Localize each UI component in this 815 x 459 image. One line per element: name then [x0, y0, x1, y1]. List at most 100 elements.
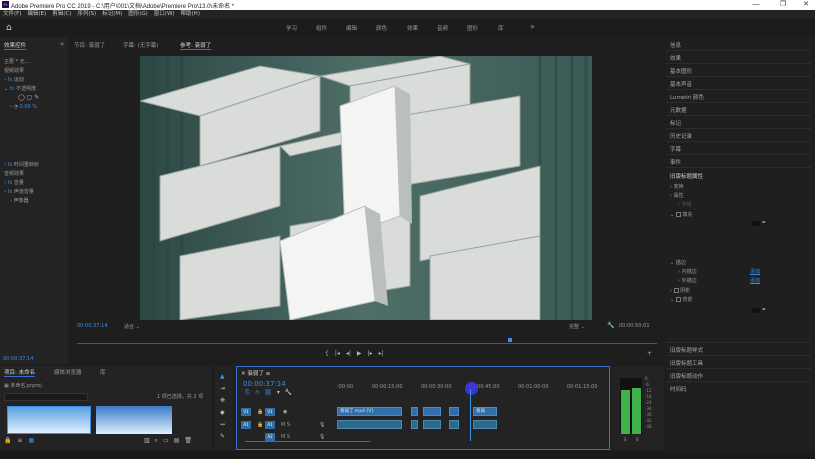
eye-icon[interactable]: ◉ — [283, 409, 287, 415]
tab-project[interactable]: 项目: 未命名 — [4, 368, 36, 377]
mic-icon[interactable]: 🎙 — [319, 422, 325, 428]
playhead-highlight[interactable] — [465, 382, 478, 395]
marker-icon[interactable]: ▾ — [277, 390, 280, 397]
new-item-icon[interactable]: ▤ — [174, 438, 180, 445]
legacy-stroke[interactable]: ⌄ 描边 — [670, 259, 686, 266]
panel-legacy-title-styles[interactable]: 旧版标题样式 — [670, 346, 703, 354]
panel-essential-graphics[interactable]: 基本图形 — [670, 67, 692, 75]
v1-source-toggle[interactable]: V1 — [241, 408, 251, 416]
panel-history[interactable]: 历史记录 — [670, 132, 692, 140]
add-outer-stroke-link[interactable]: 添加 — [750, 277, 760, 284]
scrub-bar[interactable] — [77, 343, 657, 344]
audio-clip-segment[interactable] — [411, 420, 418, 429]
video-clip[interactable]: 衰弱了.mp4 [V] — [337, 407, 402, 416]
a2-target-toggle[interactable]: A2 — [265, 433, 275, 441]
workspace-learn[interactable]: 学习 — [286, 24, 297, 32]
tab-media-browser[interactable]: 媒体浏览器 — [54, 368, 82, 376]
icon-view-icon[interactable]: ▦ — [29, 438, 35, 445]
find-icon[interactable]: ⌕ — [155, 438, 158, 445]
video-clip-segment[interactable] — [411, 407, 418, 416]
legacy-properties[interactable]: › 属性 — [670, 192, 684, 199]
mute-solo[interactable]: M S — [281, 434, 290, 440]
panel-markers[interactable]: 标记 — [670, 119, 681, 127]
legacy-title-properties-header[interactable]: 旧版标题属性 — [670, 172, 703, 180]
bin-icon[interactable]: ▥ — [144, 438, 150, 445]
audio-clip-segment[interactable] — [449, 420, 459, 429]
eyedropper-icon-2[interactable]: ✒ — [762, 307, 766, 313]
panel-timecode[interactable]: 时间码 — [670, 385, 687, 393]
a1-source-toggle[interactable]: A1 — [241, 421, 251, 429]
menu-markers[interactable]: 标记(M) — [102, 10, 122, 19]
mark-in-icon[interactable]: { — [325, 350, 329, 358]
video-clip-segment[interactable]: 衰弱 — [473, 407, 497, 416]
playhead-line[interactable] — [470, 389, 471, 441]
panel-legacy-title-actions[interactable]: 旧版标题动作 — [670, 372, 703, 380]
timeline-tab[interactable]: ✕ 衰弱了 ≡ — [241, 369, 270, 377]
audio-clip-segment[interactable] — [473, 420, 497, 429]
solo-right[interactable]: S — [636, 437, 639, 442]
master-clip-selector[interactable]: 主要 * 无… — [4, 58, 30, 65]
nest-icon[interactable]: ⎘ — [245, 390, 250, 397]
timeline-timecode[interactable]: 00:00:37:14 — [243, 380, 286, 388]
mic-icon[interactable]: 🎙 — [319, 434, 325, 440]
wrench-timeline-icon[interactable]: 🔧 — [285, 390, 292, 397]
track-select-tool-icon[interactable]: ⇥ — [220, 386, 225, 392]
workspace-editing[interactable]: 编辑 — [346, 24, 357, 32]
lock-icon[interactable]: 🔒 — [4, 438, 11, 445]
snap-icon[interactable]: ∩ — [255, 390, 259, 397]
list-view-icon[interactable]: ≡ — [17, 438, 22, 445]
panel-info[interactable]: 信息 — [670, 41, 681, 49]
effect-controls-timecode[interactable]: 00:00:37:14 — [3, 356, 34, 362]
menu-graphics[interactable]: 图形(G) — [128, 10, 148, 19]
audio-clip-segment[interactable] — [423, 420, 441, 429]
program-timecode[interactable]: 00:00:37:14 — [77, 323, 108, 329]
panel-captions[interactable]: 字幕 — [670, 145, 681, 153]
legacy-background[interactable]: ⌄ 背景 — [670, 296, 692, 303]
project-search-input[interactable] — [4, 393, 88, 401]
new-bin-icon[interactable]: ▭ — [163, 438, 169, 445]
panel-legacy-title-tools[interactable]: 旧版标题工具 — [670, 359, 703, 367]
fx-time-remap[interactable]: › fx 时间重映射 — [4, 161, 39, 168]
legacy-outer-stroke[interactable]: › 外描边 — [678, 277, 697, 284]
step-forward-icon[interactable]: |▸ — [368, 350, 373, 358]
menu-window[interactable]: 窗口(W) — [154, 10, 175, 19]
panel-essential-sound[interactable]: 基本声音 — [670, 80, 692, 88]
step-back-icon[interactable]: ◂| — [346, 350, 351, 358]
lock-track-icon[interactable]: 🔒 — [257, 422, 263, 428]
timeline-zoom-bar[interactable] — [245, 441, 370, 442]
razor-tool-icon[interactable]: ◆ — [220, 410, 225, 416]
workspace-audio[interactable]: 音频 — [437, 24, 448, 32]
panel-events[interactable]: 事件 — [670, 158, 681, 166]
panel-metadata[interactable]: 元数据 — [670, 106, 687, 114]
legacy-inner-stroke[interactable]: › 内描边 — [678, 268, 697, 275]
audio-clip[interactable] — [337, 420, 402, 429]
fx-channel-volume[interactable]: › fx 声道音量 — [4, 188, 34, 195]
legacy-shadow[interactable]: › 阴影 — [670, 287, 690, 294]
legacy-fill[interactable]: ⌄ 填充 — [670, 211, 692, 218]
legacy-font[interactable]: › 字体 — [678, 201, 692, 208]
workspace-libraries[interactable]: 库 — [498, 24, 504, 32]
tab-reference[interactable]: 参考: 衰弱了 — [180, 41, 212, 50]
play-icon[interactable]: ▶ — [357, 350, 362, 358]
menu-edit[interactable]: 编辑(E) — [27, 10, 46, 19]
workspace-more-icon[interactable]: » — [530, 22, 535, 31]
clip-thumbnail-1[interactable] — [7, 406, 91, 434]
menu-help[interactable]: 帮助(H) — [181, 10, 200, 19]
tab-effect-controls[interactable]: 效果控件 — [4, 41, 27, 50]
panel-effects[interactable]: 效果 — [670, 54, 681, 62]
fit-dropdown[interactable]: 适合 ⌄ — [124, 323, 140, 330]
workspace-color[interactable]: 颜色 — [376, 24, 387, 32]
tab-program[interactable]: 节目: 衰弱了 — [74, 41, 105, 49]
fx-volume[interactable]: › fx 音量 — [4, 179, 24, 186]
fx-panner[interactable]: › 声像器 — [10, 197, 29, 204]
playhead-marker[interactable] — [508, 338, 512, 342]
legacy-transform[interactable]: › 变换 — [670, 183, 684, 190]
video-clip-segment[interactable] — [449, 407, 459, 416]
rect-mask-icon[interactable]: ▢ — [27, 95, 33, 101]
workspace-effects[interactable]: 效果 — [407, 24, 418, 32]
eyedropper-icon[interactable]: ✒ — [762, 220, 766, 226]
mute-solo[interactable]: M S — [281, 422, 290, 428]
fx-motion[interactable]: › fx 运动 — [4, 76, 24, 83]
add-button-icon[interactable]: + — [647, 350, 652, 357]
home-icon[interactable]: ⌂ — [6, 23, 16, 33]
